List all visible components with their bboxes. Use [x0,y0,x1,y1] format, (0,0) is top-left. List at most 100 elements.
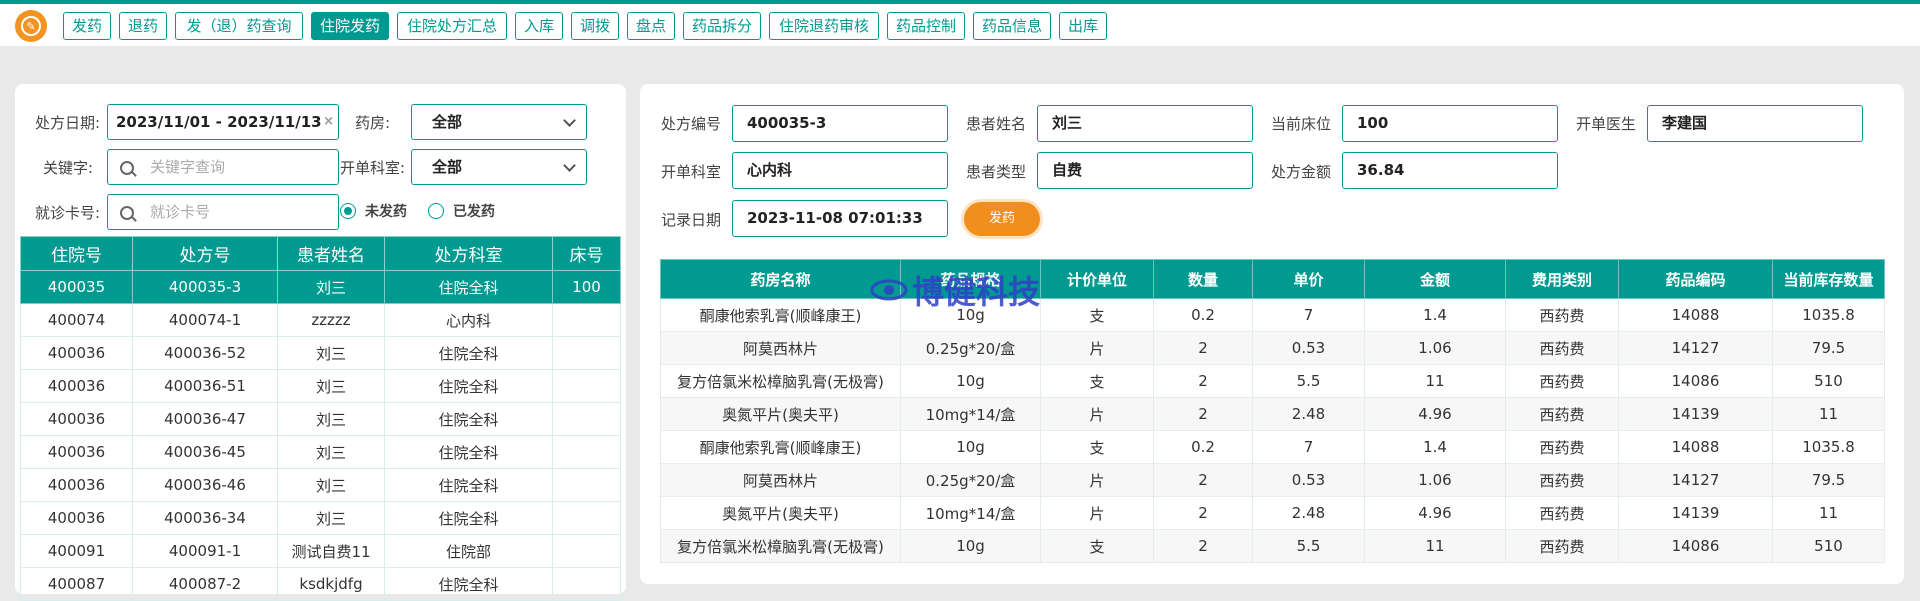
table-cell: 400035-3 [132,270,278,304]
pharmacy-select[interactable]: 全部 [411,104,587,140]
table-cell: 1.06 [1364,331,1506,365]
nav-tab-10[interactable]: 药品控制 [887,12,965,40]
table-cell: 5.5 [1252,364,1365,398]
table-cell: 79.5 [1772,463,1885,497]
table-cell: 11 [1364,529,1506,563]
drug-detail-table: 药房名称 药品规格 计价单位 数量 单价 金额 费用类别 药品编码 当前库存数量 酮康他索乳膏(… [660,259,1885,563]
table-cell: 11 [1364,364,1506,398]
table-cell: 刘三 [277,468,385,502]
table-row[interactable]: 400036 400036-47 刘三 住院全科 [20,402,621,436]
table-row[interactable]: 400087 400087-2 ksdkjdfg 住院全科 [20,567,621,601]
table-cell: 2 [1153,496,1253,530]
nav-tab-1[interactable]: 退药 [119,12,167,40]
table-row[interactable]: 阿莫西林片 0.25g*20/盒片 2 0.53 1.06 西药费 14127 79.5 [660,331,1885,365]
table-cell: 1.06 [1364,463,1506,497]
dept-select[interactable]: 全部 [411,149,587,185]
table-cell: 100 [552,270,621,304]
nav-tab-9[interactable]: 住院退药审核 [769,12,879,40]
table-row[interactable]: 400074 400074-1 zzzzz 心内科 [20,303,621,337]
column-header[interactable]: 处方科室 [384,236,553,271]
table-row[interactable]: 400036 400036-46 刘三 住院全科 [20,468,621,502]
table-cell: 400036-47 [132,402,278,436]
card-label: 就诊卡号: [35,204,101,222]
column-header[interactable]: 住院号 [20,236,133,271]
column-header[interactable]: 患者姓名 [277,236,385,271]
table-cell: 2 [1153,529,1253,563]
record-date-field[interactable]: 2023-11-08 07:01:33 [732,200,948,237]
card-input[interactable]: 就诊卡号 [107,194,339,230]
dept-field[interactable]: 心内科 [732,152,948,189]
table-row[interactable]: 酮康他索乳膏(顺峰康王) 10g 支 0.2 7 1.4 西药费 14088 1035.8 [660,430,1885,464]
table-row[interactable]: 酮康他索乳膏(顺峰康王) 10g 支 0.2 7 1.4 西药费 14088 1035.8 [660,298,1885,332]
column-header[interactable]: 床号 [552,236,621,271]
table-cell: 400036-34 [132,501,278,535]
table-row[interactable]: 奥氮平片(奥夫平) 10mg*14/盒片 2 2.48 4.96 西药费 14139 11 [660,397,1885,431]
column-header[interactable]: 数量 [1153,259,1253,299]
nav-tab-5[interactable]: 入库 [515,12,563,40]
table-cell: 酮康他索乳膏(顺峰康王) [660,298,901,332]
rx-no-field[interactable]: 400035-3 [732,105,948,142]
column-header[interactable]: 药房名称 [660,259,901,299]
table-cell: 10mg*14/盒 [900,496,1041,530]
record-date-label: 记录日期 [661,211,722,229]
table-row[interactable]: 400036 400036-34 刘三 住院全科 [20,501,621,535]
left-panel: 处方日期: 2023/11/01 - 2023/11/13 × 药房: 全部 关… [15,84,626,601]
table-cell: 住院全科 [384,567,553,601]
nav-tab-6[interactable]: 调拨 [571,12,619,40]
nav-tab-0[interactable]: 发药 [63,12,111,40]
radio-unsent[interactable] [340,203,356,219]
nav-tab-11[interactable]: 药品信息 [973,12,1051,40]
keyword-label: 关键字: [43,159,94,177]
top-navbar: ✎ 发药 退药 发（退）药查询 住院发药 住院处方汇总 入库 调拨 盘点 药品拆分 住院退药审核药… [0,4,1920,46]
column-header[interactable]: 当前库存数量 [1772,259,1885,299]
column-header[interactable]: 处方号 [132,236,278,271]
table-cell: 酮康他索乳膏(顺峰康王) [660,430,901,464]
logo-icon: ✎ [21,16,41,36]
date-range-input[interactable]: 2023/11/01 - 2023/11/13 × [107,104,339,140]
table-cell [552,303,621,337]
table-cell: 14127 [1618,331,1773,365]
search-icon [120,161,134,175]
nav-tab-4[interactable]: 住院处方汇总 [397,12,507,40]
table-row[interactable]: 复方倍氯米松樟脑乳膏(无极膏) 10g 支 2 5.5 11 西药费 14086 510 [660,529,1885,563]
column-header[interactable]: 单价 [1252,259,1365,299]
table-cell: 刘三 [277,369,385,403]
table-row[interactable]: 阿莫西林片 0.25g*20/盒片 2 0.53 1.06 西药费 14127 79.5 [660,463,1885,497]
dispense-button[interactable]: 发药 [964,202,1040,236]
table-row[interactable]: 复方倍氯米松樟脑乳膏(无极膏) 10g 支 2 5.5 11 西药费 14086 510 [660,364,1885,398]
table-row[interactable]: 400036 400036-45 刘三 住院全科 [20,435,621,469]
table-cell: 住院部 [384,534,553,568]
nav-tab-7[interactable]: 盘点 [627,12,675,40]
nav-tab-2[interactable]: 发（退）药查询 [175,12,303,40]
table-row[interactable]: 奥氮平片(奥夫平) 10mg*14/盒片 2 2.48 4.96 西药费 14139 11 [660,496,1885,530]
column-header[interactable]: 计价单位 [1040,259,1154,299]
table-row[interactable]: 400035 400035-3 刘三 住院全科 100 [20,270,621,304]
radio-sent[interactable] [428,203,444,219]
table-cell: 刘三 [277,336,385,370]
clear-icon[interactable]: × [323,105,334,139]
nav-tab-8[interactable]: 药品拆分 [683,12,761,40]
table-cell: 400036 [20,468,133,502]
keyword-input[interactable]: 关键字查询 [107,149,339,185]
table-cell [552,369,621,403]
table-cell: 住院全科 [384,270,553,304]
bed-field[interactable]: 100 [1342,105,1558,142]
nav-tab-12[interactable]: 出库 [1059,12,1107,40]
column-header[interactable]: 费用类别 [1505,259,1619,299]
column-header[interactable]: 药品编码 [1618,259,1773,299]
app-logo[interactable]: ✎ [15,10,47,42]
table-cell: 400036 [20,402,133,436]
ptype-field[interactable]: 自费 [1037,152,1253,189]
table-cell: 西药费 [1505,529,1619,563]
amount-field[interactable]: 36.84 [1342,152,1558,189]
table-row[interactable]: 400036 400036-51 刘三 住院全科 [20,369,621,403]
nav-tab-3[interactable]: 住院发药 [311,12,389,40]
column-header[interactable]: 金额 [1364,259,1506,299]
table-row[interactable]: 400091 400091-1 测试自费11 住院部 [20,534,621,568]
table-cell: 西药费 [1505,430,1619,464]
doctor-field[interactable]: 李建国 [1647,105,1863,142]
table-cell: 0.53 [1252,463,1365,497]
table-cell: 西药费 [1505,463,1619,497]
patient-field[interactable]: 刘三 [1037,105,1253,142]
table-row[interactable]: 400036 400036-52 刘三 住院全科 [20,336,621,370]
